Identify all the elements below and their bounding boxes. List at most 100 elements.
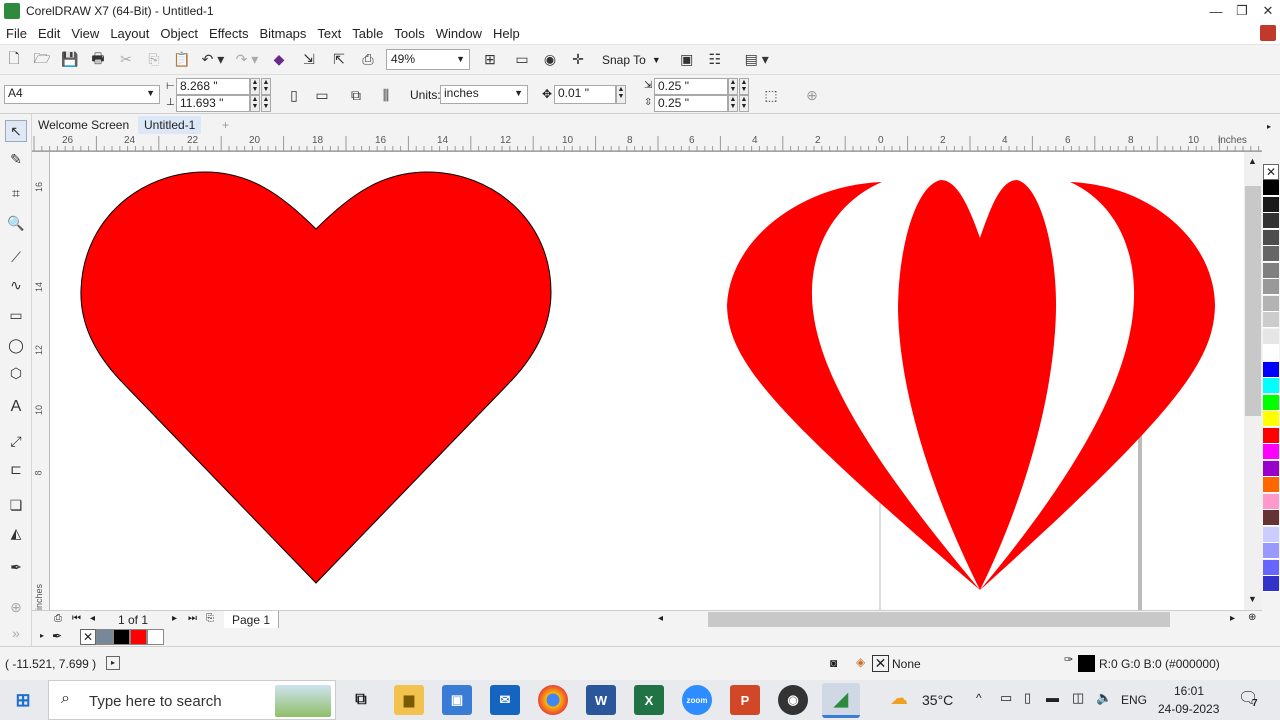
search-content-icon[interactable]: ◆ [264,49,294,71]
palette-swatch[interactable] [1263,279,1279,295]
palette-swatch[interactable] [1263,361,1279,378]
publish-pdf-icon[interactable]: ⎙ [354,49,382,71]
palette-swatch[interactable] [1263,213,1279,229]
menu-layout[interactable]: Layout [110,26,149,41]
palette-swatch[interactable] [1263,394,1279,411]
duplicate-x-field[interactable]: 0.25 " [654,78,728,95]
file-explorer-icon[interactable]: ▆ [394,685,424,715]
palette-swatch[interactable] [1263,345,1279,361]
clock-date[interactable]: 24-09-2023 [1158,702,1219,716]
palette-swatch[interactable] [1263,312,1279,328]
store-icon[interactable]: ▣ [442,685,472,715]
freehand-tool-icon[interactable]: ⟋ [5,246,27,268]
scroll-left-icon[interactable]: ◂ [658,613,663,624]
palette-swatch[interactable] [1263,576,1279,592]
palette-swatch[interactable] [1263,460,1279,477]
page-options-icon[interactable]: ⎙ [54,613,62,624]
doc-palette-swatch[interactable] [130,629,147,645]
width-lock[interactable]: ▲ ▼ [261,78,271,95]
next-page-icon[interactable]: ▸ [172,613,177,624]
rectangle-tool-icon[interactable]: ▭ [5,304,27,326]
paste-icon[interactable]: 📋 [168,49,196,71]
usb-icon[interactable]: ▯ [1024,690,1031,706]
menu-file[interactable]: File [6,26,27,41]
eyedropper-icon[interactable]: ✒ [5,556,27,578]
chevron-up-icon[interactable]: ^ [976,691,982,705]
palette-swatch[interactable] [1263,262,1279,279]
zoom-select[interactable]: 49% ▼ [386,49,470,70]
horizontal-scroll-thumb[interactable] [708,612,1170,627]
no-color-swatch[interactable]: ✕ [1263,164,1279,180]
dimension-tool-icon[interactable]: ⤢ [5,430,27,452]
palette-swatch[interactable] [1263,526,1279,543]
landscape-icon[interactable]: ▭ [310,84,334,106]
connector-tool-icon[interactable]: ⊏ [5,458,27,480]
menu-tools[interactable]: Tools [394,26,424,41]
clock-time[interactable]: 16:01 [1174,684,1204,698]
page-size-select[interactable]: A4 ▼ [4,85,160,104]
palette-swatch[interactable] [1263,328,1279,345]
close-button[interactable]: ✕ [1254,0,1280,22]
treat-as-filled-icon[interactable]: ⬚ [758,84,784,106]
eyedropper-icon[interactable]: ✒ [52,629,62,643]
excel-icon[interactable]: X [634,685,664,715]
coords-menu-icon[interactable]: ▸ [106,656,120,670]
palette-swatch[interactable] [1263,378,1279,394]
height-spinner[interactable]: ▲ ▼ [250,95,260,112]
new-icon[interactable]: 🗋 [0,49,28,71]
palette-swatch[interactable] [1263,427,1279,444]
menu-view[interactable]: View [71,26,99,41]
show-grid-icon[interactable]: ✛ [564,49,592,71]
last-page-icon[interactable]: ⏭ [188,613,197,624]
palette-swatch[interactable] [1263,510,1279,526]
user-icon[interactable] [1260,25,1276,41]
doc-palette-swatch[interactable] [96,629,113,645]
menu-help[interactable]: Help [493,26,520,41]
language-indicator[interactable]: ENG [1121,693,1147,707]
powerpoint-icon[interactable]: P [730,685,760,715]
coreldraw-taskbar-icon[interactable]: ◢ [822,683,860,718]
duplicate-x-spinner[interactable]: ▲ ▼ [728,78,738,95]
heart-shape[interactable] [80,171,552,584]
artistic-media-icon[interactable]: ∿ [5,274,27,296]
redo-icon[interactable]: ↷ ▾ [230,49,264,71]
text-tool-icon[interactable]: A [5,396,27,418]
taskbar-search[interactable]: ⌕ Type here to search [48,680,336,720]
add-tool-icon[interactable]: ⊕ [5,596,27,618]
page-height-field[interactable]: 11.693 " [176,95,250,112]
application-launcher-icon[interactable]: ☷ [701,49,729,71]
duplicate-y-lock[interactable]: ▲ ▼ [739,95,749,112]
shape-tool-icon[interactable]: ✎ [5,148,27,170]
first-page-icon[interactable]: ⏮ [72,613,81,624]
portrait-icon[interactable]: ▯ [282,84,306,106]
copy-icon[interactable]: ⎘ [140,49,168,71]
obs-icon[interactable]: ◉ [778,685,808,715]
palette-swatch[interactable] [1263,559,1279,576]
palette-swatch[interactable] [1263,180,1279,196]
drawing-canvas[interactable] [50,152,1244,610]
scroll-down-icon[interactable]: ▼ [1248,594,1257,604]
menu-window[interactable]: Window [436,26,482,41]
meet-icon[interactable]: ▭ [1000,690,1012,706]
full-screen-preview-icon[interactable]: ▭ [508,49,536,71]
network-icon[interactable]: ◫ [1072,690,1084,706]
palette-swatch[interactable] [1263,444,1279,460]
scroll-right-icon[interactable]: ▸ [1230,613,1235,624]
show-rulers-icon[interactable]: ◉ [536,49,564,71]
minimize-button[interactable]: — [1202,0,1230,22]
menu-table[interactable]: Table [352,26,383,41]
volume-icon[interactable]: 🔈 [1096,690,1112,706]
palette-swatch[interactable] [1263,477,1279,493]
units-select[interactable]: inches ▼ [440,85,528,104]
scroll-up-icon[interactable]: ▲ [1248,156,1257,166]
nudge-distance-field[interactable]: 0.01 " [554,85,616,104]
tab-untitled-1[interactable]: Untitled-1 [138,116,202,134]
doc-no-color-swatch[interactable]: ✕ [80,629,96,645]
add-icon[interactable]: ⊕ [800,84,824,106]
duplicate-x-lock[interactable]: ▲ ▼ [739,78,749,95]
page-width-field[interactable]: 8.268 " [176,78,250,95]
menu-effects[interactable]: Effects [209,26,249,41]
palette-swatch[interactable] [1263,543,1279,559]
snap-to-button[interactable]: Snap To ▼ [602,53,661,67]
pick-tool-icon[interactable]: ↖ [5,120,27,142]
